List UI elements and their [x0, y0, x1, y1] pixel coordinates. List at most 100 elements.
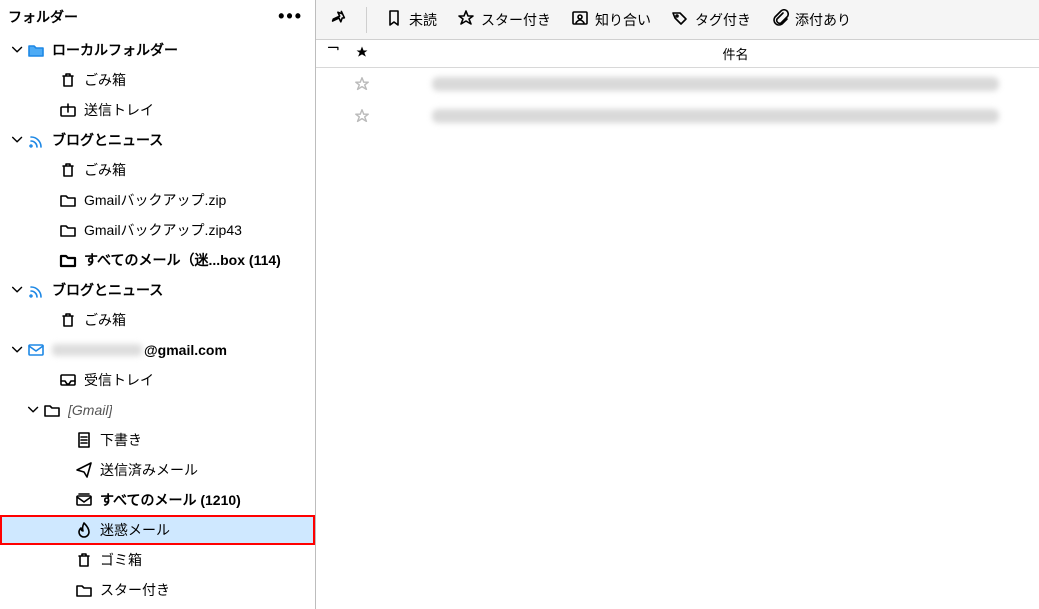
folder-row[interactable]: スター付き	[0, 575, 315, 605]
contact-icon	[571, 9, 589, 30]
folder-row[interactable]: ごみ箱	[0, 65, 315, 95]
folder-label: ブログとニュース	[52, 280, 163, 300]
column-subject[interactable]: 件名	[404, 44, 1039, 63]
toolbar-divider	[366, 7, 367, 33]
folder-label: ごみ箱	[84, 70, 126, 90]
chevron-down-icon[interactable]	[10, 42, 26, 58]
folder-label: ブログとニュース	[52, 130, 163, 150]
filter-label: 知り合い	[595, 10, 651, 30]
folder-label: すべてのメール（迷...box (114)	[84, 250, 281, 270]
rss-icon	[26, 130, 46, 150]
filter-toolbar: 未読 スター付き 知り合い タグ付き 添付あり	[316, 0, 1039, 40]
folder-row[interactable]: [Gmail]	[0, 395, 315, 425]
star-toggle[interactable]	[348, 108, 376, 124]
folder-label: ローカルフォルダー	[52, 40, 178, 60]
star-toggle[interactable]	[348, 76, 376, 92]
message-list	[316, 68, 1039, 609]
column-subject-label: 件名	[722, 44, 748, 63]
folder-label: 送信トレイ	[84, 100, 154, 120]
rss-icon	[26, 280, 46, 300]
folder-row[interactable]: ゴミ箱	[0, 545, 315, 575]
message-panel: 未読 スター付き 知り合い タグ付き 添付あり 件名	[316, 0, 1039, 609]
folder-row[interactable]: 下書き	[0, 425, 315, 455]
trash-icon	[58, 310, 78, 330]
draft-icon	[74, 430, 94, 450]
folder-label: Gmailバックアップ.zip	[84, 190, 226, 210]
folder-blue-icon	[26, 40, 46, 60]
sidebar-header: フォルダー •••	[0, 0, 315, 33]
clip-icon	[771, 9, 789, 30]
filter-clip-button[interactable]: 添付あり	[763, 5, 859, 34]
folder-label: ゴミ箱	[100, 550, 142, 570]
filter-label: 未読	[409, 10, 437, 30]
pin-icon	[330, 9, 348, 30]
folder-label: Gmailバックアップ.zip43	[84, 220, 242, 240]
folder-label: 送信済みメール	[100, 460, 198, 480]
inbox-icon	[58, 370, 78, 390]
folder-row[interactable]: すべてのメール (1210)	[0, 485, 315, 515]
folder-label: 受信トレイ	[84, 370, 154, 390]
folder-label: すべてのメール (1210)	[100, 490, 241, 510]
folder-row[interactable]: すべてのメール（迷...box (114)	[0, 245, 315, 275]
column-star[interactable]	[348, 45, 376, 62]
pin-filter-button[interactable]	[322, 5, 356, 34]
redacted-subject	[432, 77, 999, 91]
message-row[interactable]	[316, 68, 1039, 100]
redacted-subject	[432, 109, 999, 123]
chevron-down-icon[interactable]	[26, 402, 42, 418]
folder-label: @gmail.com	[144, 342, 227, 358]
folder-label: 下書き	[100, 430, 142, 450]
chevron-down-icon[interactable]	[10, 282, 26, 298]
folder-row[interactable]: ローカルフォルダー	[0, 35, 315, 65]
filter-label: スター付き	[481, 10, 551, 30]
trash-icon	[58, 70, 78, 90]
message-row[interactable]	[316, 100, 1039, 132]
chevron-down-icon[interactable]	[10, 132, 26, 148]
allmail-icon	[74, 490, 94, 510]
star-icon	[355, 45, 369, 62]
folder-row[interactable]: ブログとニュース	[0, 125, 315, 155]
sent-icon	[74, 460, 94, 480]
folder-label: [Gmail]	[68, 402, 112, 418]
folder-bold-icon	[58, 250, 78, 270]
folder-row[interactable]: @gmail.com	[0, 335, 315, 365]
folder-icon	[58, 190, 78, 210]
folder-row[interactable]: 送信済みメール	[0, 455, 315, 485]
outbox-icon	[58, 100, 78, 120]
filter-contact-button[interactable]: 知り合い	[563, 5, 659, 34]
chevron-down-icon[interactable]	[10, 342, 26, 358]
filter-bookmark-button[interactable]: 未読	[377, 5, 445, 34]
folder-sidebar: フォルダー ••• ローカルフォルダーごみ箱送信トレイブログとニュースごみ箱Gm…	[0, 0, 316, 609]
trash-icon	[74, 550, 94, 570]
sidebar-menu-button[interactable]: •••	[278, 6, 303, 27]
filter-tag-button[interactable]: タグ付き	[663, 5, 759, 34]
folder-row[interactable]: ごみ箱	[0, 305, 315, 335]
folder-tree: ローカルフォルダーごみ箱送信トレイブログとニュースごみ箱Gmailバックアップ.…	[0, 33, 315, 609]
folder-row[interactable]: ごみ箱	[0, 155, 315, 185]
folder-row[interactable]: Gmailバックアップ.zip43	[0, 215, 315, 245]
folder-icon	[42, 400, 62, 420]
sidebar-title: フォルダー	[8, 7, 78, 27]
folder-row[interactable]: Gmailバックアップ.zip	[0, 185, 315, 215]
filter-label: タグ付き	[695, 10, 751, 30]
star-icon	[457, 9, 475, 30]
folder-row[interactable]: ブログとニュース	[0, 275, 315, 305]
folder-row[interactable]: 迷惑メール	[0, 515, 315, 545]
redacted-account-name	[52, 344, 142, 356]
fire-icon	[74, 520, 94, 540]
bookmark-icon	[385, 9, 403, 30]
folder-row[interactable]: 送信トレイ	[0, 95, 315, 125]
folder-row[interactable]: 受信トレイ	[0, 365, 315, 395]
folder-label: 迷惑メール	[100, 520, 170, 540]
filter-star-button[interactable]: スター付き	[449, 5, 559, 34]
filter-label: 添付あり	[795, 10, 851, 30]
column-thread[interactable]	[320, 45, 348, 62]
tag-icon	[671, 9, 689, 30]
thread-icon	[327, 45, 341, 62]
mail-blue-icon	[26, 340, 46, 360]
folder-icon	[74, 580, 94, 600]
folder-label: ごみ箱	[84, 310, 126, 330]
folder-label: スター付き	[100, 580, 170, 600]
message-list-header: 件名	[316, 40, 1039, 68]
folder-label: ごみ箱	[84, 160, 126, 180]
